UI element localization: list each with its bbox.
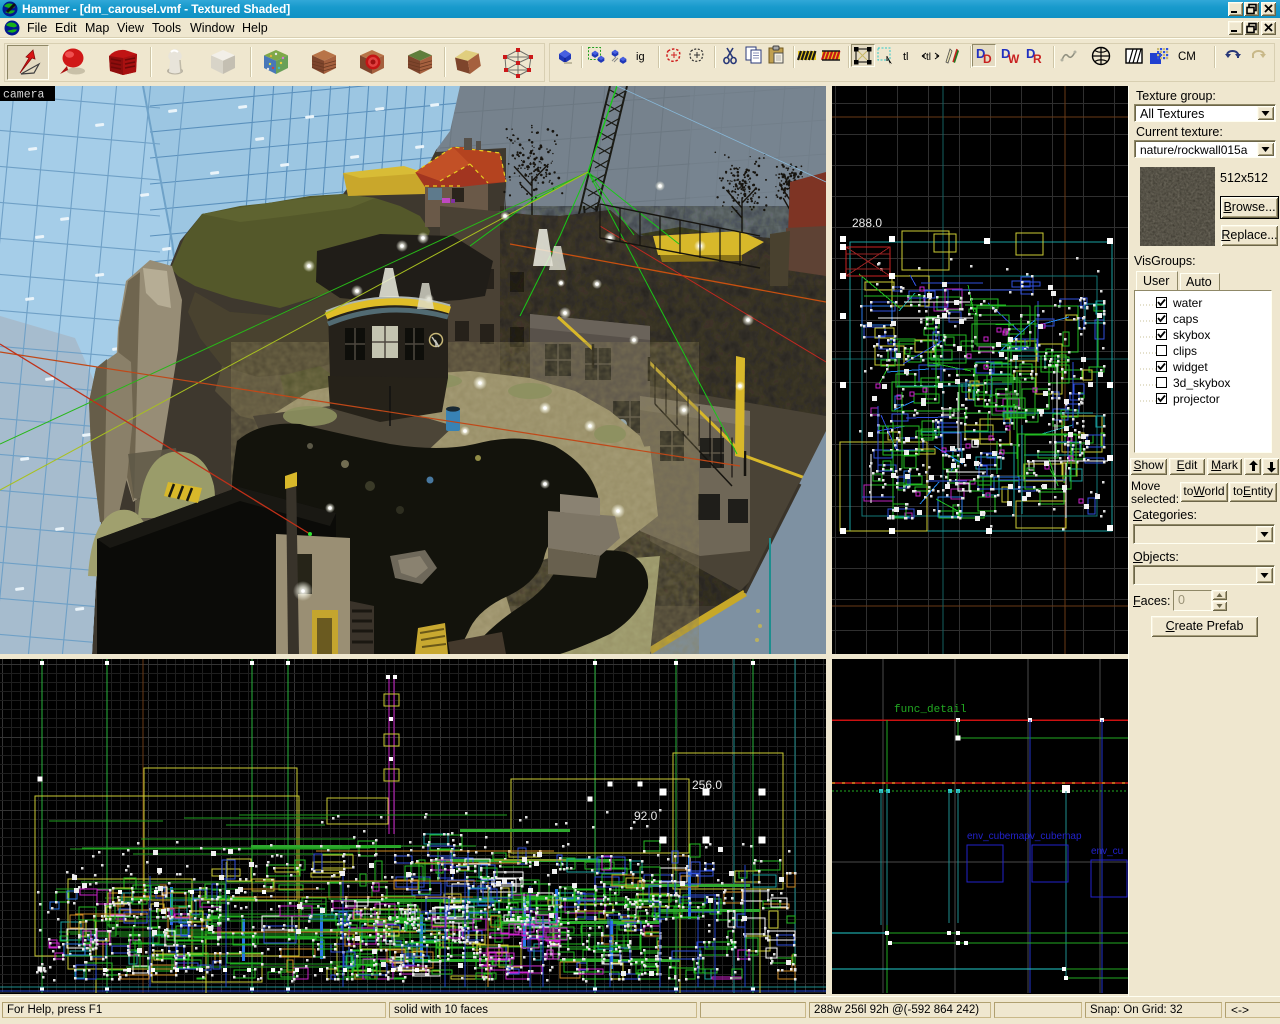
svg-text:tl: tl bbox=[926, 52, 931, 63]
svg-text:288.0: 288.0 bbox=[852, 216, 882, 230]
svg-text:env_cubemapv_cubemap: env_cubemapv_cubemap bbox=[967, 831, 1082, 842]
svg-text:W: W bbox=[1008, 52, 1020, 66]
svg-text:256.0: 256.0 bbox=[692, 778, 722, 792]
svg-text:env_cu: env_cu bbox=[1091, 846, 1123, 857]
svg-text:func_detail: func_detail bbox=[894, 704, 967, 716]
svg-text:CM: CM bbox=[1178, 51, 1196, 63]
svg-text:camera: camera bbox=[3, 89, 45, 102]
svg-text:tl: tl bbox=[903, 51, 909, 63]
svg-text:ig: ig bbox=[636, 51, 645, 63]
svg-text:D: D bbox=[983, 52, 992, 66]
svg-text:R: R bbox=[1033, 52, 1042, 66]
svg-text:92.0: 92.0 bbox=[634, 809, 658, 823]
